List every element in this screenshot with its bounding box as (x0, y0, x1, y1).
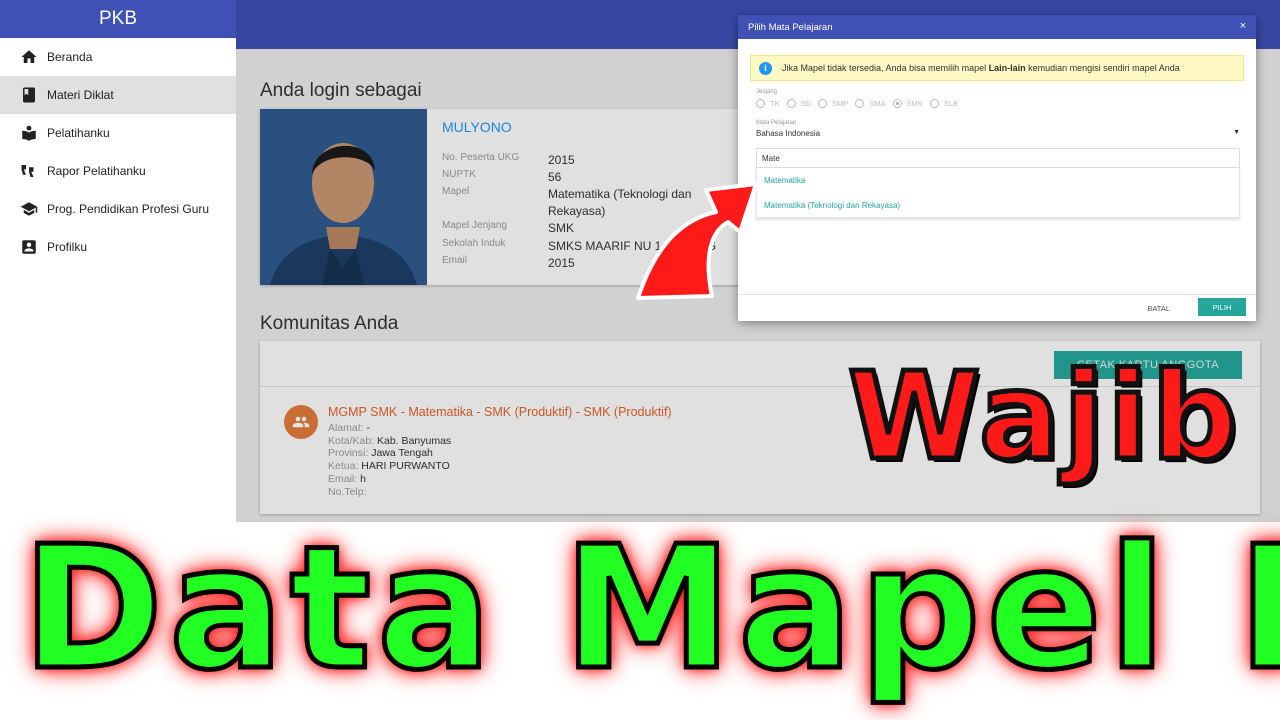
sidebar-item-pelatihanku[interactable]: Pelatihanku (0, 114, 236, 152)
dialog-footer: BATAL PILIH (738, 294, 1256, 321)
dialog-title: Pilih Mata Pelajaran (748, 21, 833, 33)
info-text: Jika Mapel tidak tersedia, Anda bisa mem… (782, 63, 1180, 73)
radio-circle[interactable] (818, 99, 828, 108)
radio-circle[interactable] (756, 99, 765, 108)
sidebar-item-label: Profilku (47, 240, 88, 254)
book-icon (23, 87, 35, 103)
jenjang-radio-sma[interactable]: SMA (855, 99, 886, 108)
app-brand[interactable]: PKB (0, 0, 236, 38)
quote-icon (21, 165, 34, 177)
info-icon: i (759, 61, 772, 75)
contact-card-icon (22, 240, 36, 254)
info-text-prefix: Jika Mapel tidak tersedia, Anda bisa mem… (782, 63, 989, 73)
overlay-badge-text: Wajib (845, 346, 1241, 490)
sidebar-item-beranda[interactable]: Beranda (0, 38, 236, 76)
jenjang-radio-group: TK SD SMP SMA SMK SLB (756, 99, 965, 108)
red-arrow-icon (636, 182, 758, 300)
close-icon[interactable]: × (1240, 20, 1246, 32)
reader-icon (22, 125, 36, 141)
radio-label: SMA (869, 99, 886, 108)
graduation-cap-icon (20, 202, 38, 216)
sidebar-item-materi-diklat[interactable]: Materi Diklat (0, 76, 236, 114)
mapel-search-input[interactable]: Mate (756, 148, 1240, 168)
thumbnail-stage: PKB Beranda Materi Diklat Pelatihanku Ra… (0, 0, 1280, 720)
sidebar-item-label: Materi Diklat (47, 88, 114, 102)
choose-button[interactable]: PILIH (1198, 298, 1246, 316)
cancel-button[interactable]: BATAL (1147, 300, 1170, 317)
sidebar-item-profilku[interactable]: Profilku (0, 228, 236, 266)
sidebar-item-rapor-pelatihanku[interactable]: Rapor Pelatihanku (0, 152, 236, 190)
info-text-bold: Lain-lain (988, 63, 1026, 73)
radio-circle[interactable] (855, 99, 865, 108)
info-text-suffix: kemudian mengisi sendiri mapel Anda (1025, 63, 1180, 73)
radio-label: SLB (943, 99, 958, 108)
sidebar: PKB Beranda Materi Diklat Pelatihanku Ra… (0, 0, 236, 522)
sidebar-item-prog-ppg[interactable]: Prog. Pendidikan Profesi Guru (0, 190, 236, 228)
mapel-option-matematika[interactable]: Matematika (757, 168, 1239, 193)
sidebar-item-label: Prog. Pendidikan Profesi Guru (47, 202, 210, 216)
caret-down-icon: ▼ (1233, 129, 1240, 136)
home-icon (21, 50, 37, 63)
radio-circle[interactable] (786, 99, 796, 108)
radio-label: SD (800, 99, 812, 108)
jenjang-radio-sd[interactable]: SD (786, 99, 812, 108)
sidebar-item-label: Beranda (47, 50, 93, 64)
radio-label: SMP (832, 99, 849, 108)
overlay-headline-text: Data Mapel PKP (19, 508, 1280, 711)
mapel-option-matematika-tr[interactable]: Matematika (Teknologi dan Rekayasa) (757, 193, 1239, 218)
select-subject-dialog: Pilih Mata Pelajaran × i Jika Mapel tida… (738, 15, 1256, 321)
sidebar-item-label: Rapor Pelatihanku (47, 164, 146, 178)
mapel-selected-value: Bahasa Indonesia (756, 129, 821, 138)
sidebar-item-label: Pelatihanku (47, 126, 110, 140)
jenjang-radio-smp[interactable]: SMP (818, 99, 848, 108)
jenjang-radio-smk[interactable]: SMK (892, 99, 923, 108)
jenjang-radio-tk[interactable]: TK (756, 99, 780, 108)
radio-circle[interactable] (892, 99, 902, 108)
radio-label: TK (770, 99, 780, 108)
mapel-results-list: Matematika Matematika (Teknologi dan Rek… (756, 168, 1240, 218)
dialog-header: Pilih Mata Pelajaran × (738, 15, 1256, 39)
jenjang-label: Jenjang (756, 89, 778, 95)
info-alert: i Jika Mapel tidak tersedia, Anda bisa m… (750, 55, 1244, 81)
radio-label: SMK (906, 99, 923, 108)
mapel-select[interactable]: Bahasa Indonesia ▼ (756, 129, 1240, 143)
jenjang-radio-slb[interactable]: SLB (929, 99, 958, 108)
radio-circle[interactable] (929, 99, 939, 108)
mapel-label: Mata Pelajaran (756, 120, 797, 126)
